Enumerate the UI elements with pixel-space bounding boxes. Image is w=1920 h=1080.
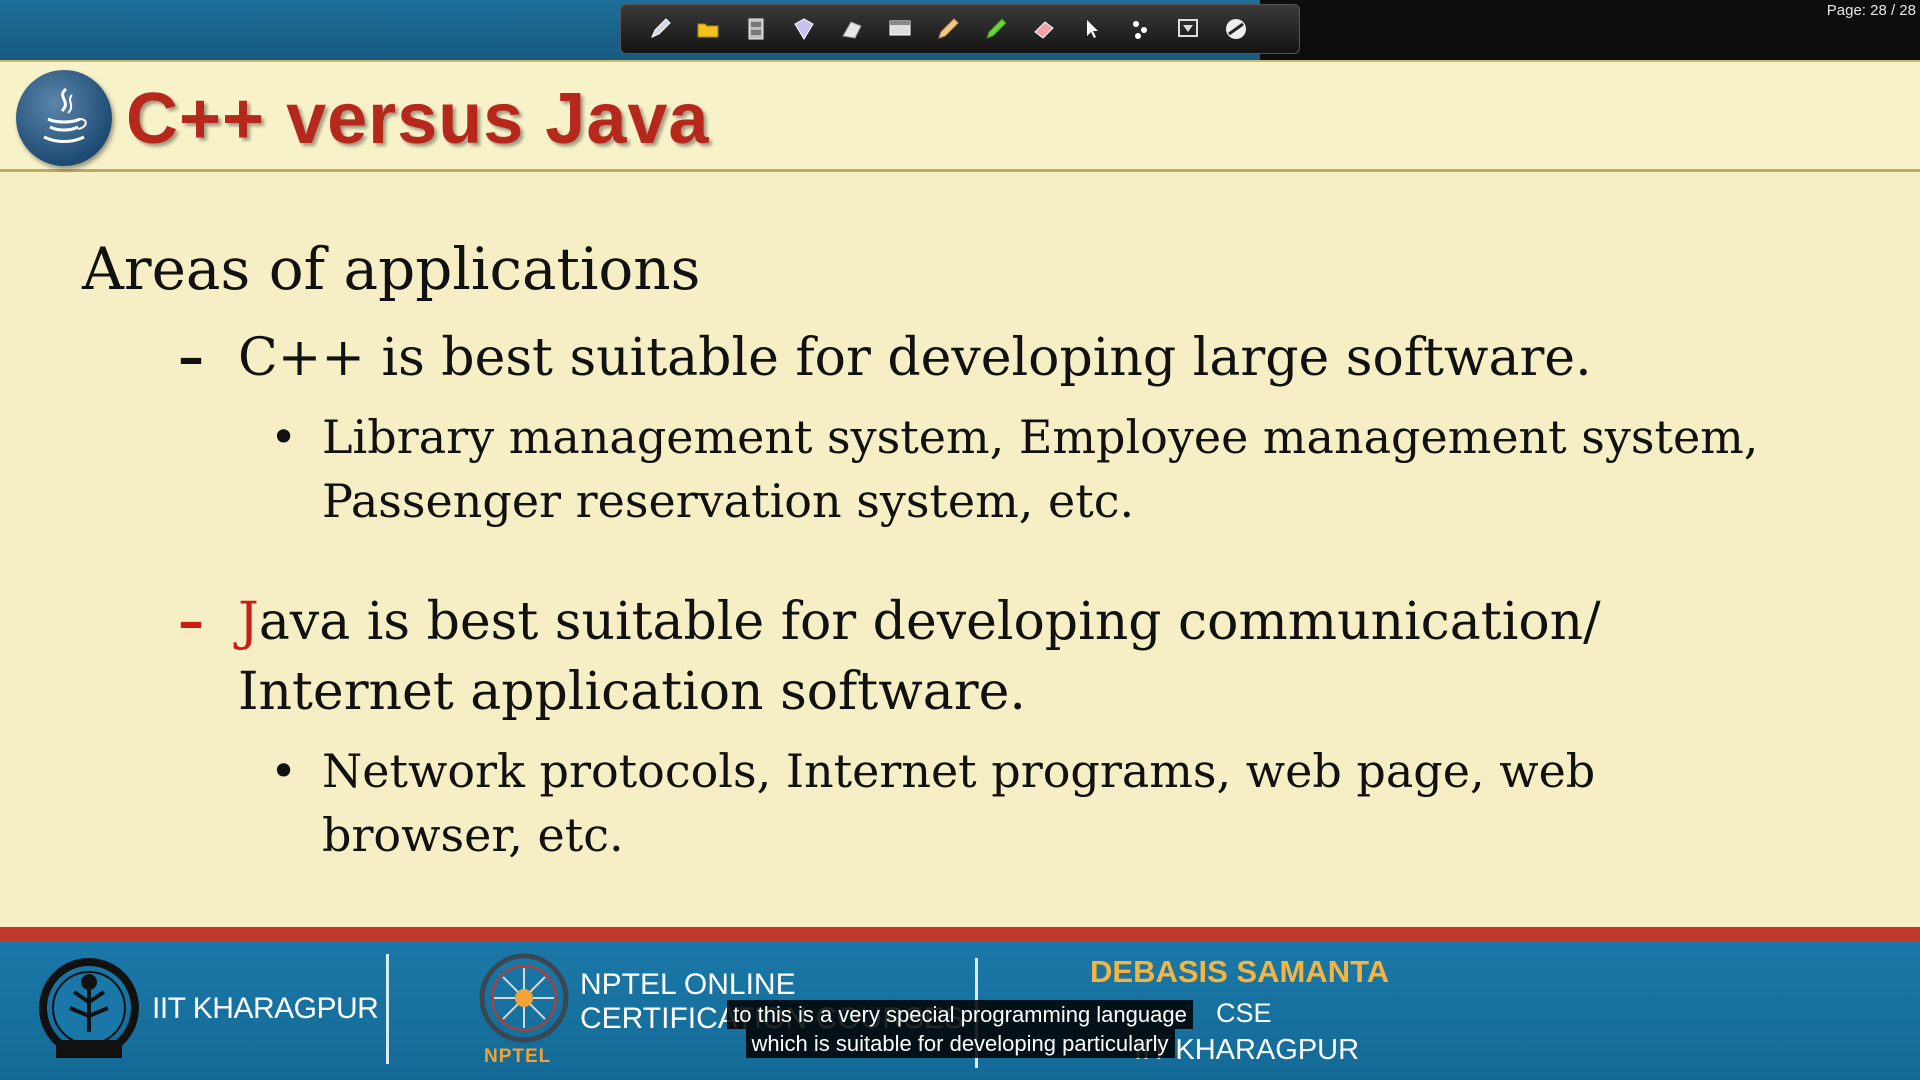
point-java-first-letter: J [238,592,259,652]
annotation-toolbar [620,4,1300,54]
top-bar: Page: 28 / 28 [0,0,1920,60]
slide-title-band: C++ versus Java [0,60,1920,172]
bullet-marker: • [270,744,298,798]
page-indicator: Page: 28 / 28 [1826,2,1916,19]
sub-point-cpp-examples: • Library management system, Employee ma… [270,405,1770,535]
dash-marker: – [178,327,204,388]
sub-point-cpp-text: Library management system, Employee mana… [322,410,1759,528]
top-bar-dark-region [1260,0,1920,60]
point-cpp: – C++ is best suitable for developing la… [178,323,1738,393]
stamp-icon[interactable] [837,14,867,44]
pointer-icon[interactable] [1077,14,1107,44]
professor-name: DEBASIS SAMANTA [1090,954,1390,989]
point-java-text: Java is best suitable for developing com… [238,587,1738,727]
java-logo-icon [16,70,112,166]
eraser-icon[interactable] [1029,14,1059,44]
film-icon[interactable] [741,14,771,44]
sub-point-java-text: Network protocols, Internet programs, we… [322,744,1596,862]
screen-icon[interactable] [1173,14,1203,44]
pen-icon[interactable] [645,14,675,44]
dash-marker-red: – [178,591,204,652]
slide-content: Areas of applications – C++ is best suit… [0,175,1920,925]
laser-icon[interactable] [1125,14,1155,44]
caption-line-1: to this is a very special programming la… [727,1000,1193,1029]
point-java-rest: ava is best suitable for developing comm… [238,592,1601,722]
point-cpp-text: C++ is best suitable for developing larg… [238,328,1592,388]
board-icon[interactable] [885,14,915,44]
video-captions: to this is a very special programming la… [0,1000,1920,1058]
section-heading: Areas of applications [82,235,701,303]
folder-icon[interactable] [693,14,723,44]
bullet-marker: • [270,410,298,464]
clear-icon[interactable] [1221,14,1251,44]
slide-title: C++ versus Java [126,79,710,159]
sub-point-java-examples: • Network protocols, Internet programs, … [270,739,1770,862]
marker-icon[interactable] [789,14,819,44]
footer-red-stripe [0,927,1920,942]
caption-line-2: which is suitable for developing particu… [745,1029,1175,1058]
point-java: – Java is best suitable for developing c… [178,587,1738,727]
highlighter-icon[interactable] [981,14,1011,44]
pencil-icon[interactable] [933,14,963,44]
nptel-title-line1: NPTEL ONLINE [580,968,796,1001]
